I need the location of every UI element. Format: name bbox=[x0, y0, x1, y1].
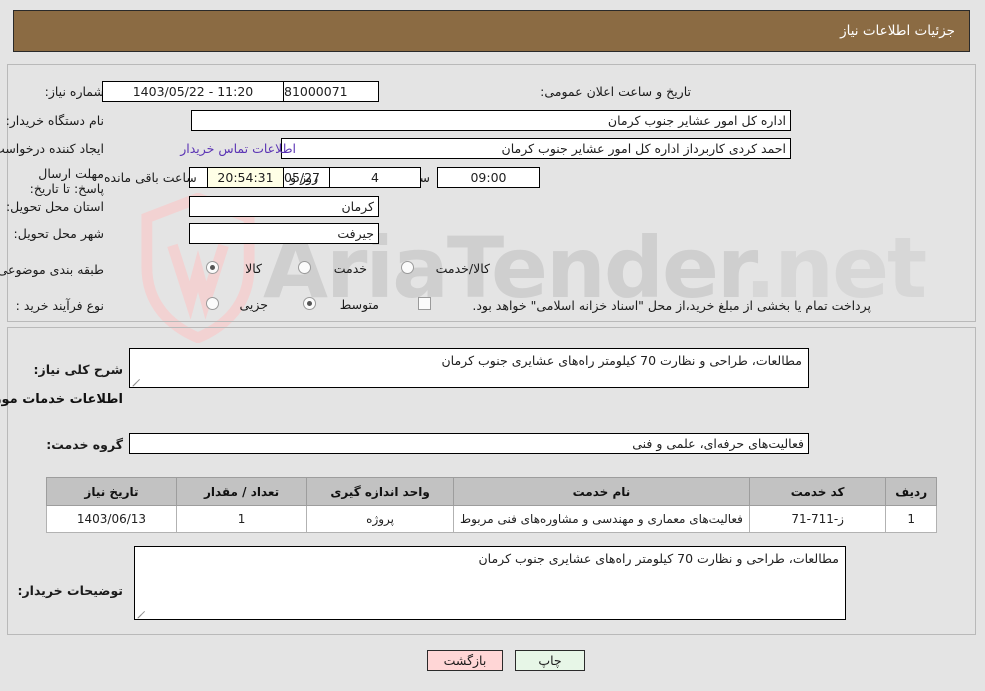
buyer-organisation-value: اداره کل امور عشایر جنوب کرمان bbox=[192, 110, 792, 131]
delivery-city-label: شهر محل تحویل: bbox=[14, 226, 105, 241]
radio-category-kala-khedmat[interactable] bbox=[402, 261, 415, 274]
service-group-label: گروه خدمت: bbox=[47, 437, 124, 452]
radio-process-jozii[interactable] bbox=[207, 297, 220, 310]
remaining-days-value: 4 bbox=[330, 167, 422, 188]
th-unit: واحد اندازه گیری bbox=[307, 477, 455, 506]
radio-process-motavaset-label: متوسط bbox=[340, 297, 380, 312]
remaining-days-unit: روز و bbox=[291, 170, 320, 185]
radio-category-khedmat-label: خدمت bbox=[334, 261, 368, 276]
response-deadline-label: مهلت ارسال پاسخ: تا تاریخ: bbox=[30, 166, 105, 196]
cell-quantity: 1 bbox=[176, 505, 309, 533]
radio-category-kala[interactable] bbox=[207, 261, 220, 274]
page-title: جزئیات اطلاعات نیاز bbox=[841, 23, 956, 39]
cell-unit: پروژه bbox=[307, 505, 455, 533]
back-button[interactable]: بازگشت bbox=[428, 650, 504, 671]
announcement-datetime-label: تاریخ و ساعت اعلان عمومی: bbox=[541, 84, 692, 99]
need-summary-panel bbox=[8, 64, 977, 322]
buyer-notes-label: توضیحات خریدار: bbox=[18, 583, 124, 598]
request-creator-label: ایجاد کننده درخواست: bbox=[0, 141, 105, 156]
radio-category-kala-khedmat-label: کالا/خدمت bbox=[436, 261, 491, 276]
need-description-label: شرح کلی نیاز: bbox=[34, 362, 124, 377]
buyer-notes-value: مطالعات، طراحی و نظارت 70 کیلومتر راه‌ها… bbox=[479, 551, 841, 566]
table-row: 1 ز-711-71 فعالیت‌های معماری و مهندسی و … bbox=[47, 505, 938, 533]
th-code: کد خدمت bbox=[749, 477, 888, 506]
services-section-title: اطلاعات خدمات مورد نیاز bbox=[0, 392, 124, 407]
cell-date: 1403/06/13 bbox=[47, 505, 178, 533]
radio-category-khedmat[interactable] bbox=[299, 261, 312, 274]
service-group-value: فعالیت‌های حرفه‌ای، علمی و فنی bbox=[130, 433, 810, 454]
need-description-value: مطالعات، طراحی و نظارت 70 کیلومتر راه‌ها… bbox=[442, 353, 804, 368]
need-number-label: شماره نیاز: bbox=[45, 84, 105, 99]
radio-process-jozii-label: جزیی bbox=[240, 297, 269, 312]
subject-category-label: طبقه بندی موضوعی: bbox=[0, 262, 105, 277]
delivery-city-value: جیرفت bbox=[190, 223, 380, 244]
cell-code: ز-711-71 bbox=[749, 505, 888, 533]
page-title-bar: جزئیات اطلاعات نیاز bbox=[14, 10, 971, 52]
treasury-bond-checkbox[interactable] bbox=[419, 297, 432, 310]
print-button[interactable]: چاپ bbox=[516, 650, 586, 671]
remaining-time-suffix: ساعت باقی مانده bbox=[105, 170, 198, 185]
request-creator-value: احمد کردی کاربرداز اداره کل امور عشایر ج… bbox=[282, 138, 792, 159]
table-header-row: ردیف کد خدمت نام خدمت واحد اندازه گیری ت… bbox=[47, 477, 938, 506]
need-description-textarea[interactable]: مطالعات، طراحی و نظارت 70 کیلومتر راه‌ها… bbox=[130, 348, 810, 388]
announcement-datetime-value: 11:20 - 1403/05/22 bbox=[103, 81, 285, 102]
treasury-bond-label: پرداخت تمام یا بخشی از مبلغ خرید،از محل … bbox=[473, 298, 872, 313]
buyer-notes-textarea[interactable]: مطالعات، طراحی و نظارت 70 کیلومتر راه‌ها… bbox=[135, 546, 847, 620]
radio-process-motavaset[interactable] bbox=[304, 297, 317, 310]
resize-grip-icon[interactable] bbox=[133, 376, 143, 386]
deadline-hour-value: 09:00 bbox=[438, 167, 541, 188]
th-date: تاریخ نیاز bbox=[47, 477, 178, 506]
delivery-province-value: کرمان bbox=[190, 196, 380, 217]
resize-grip-icon[interactable] bbox=[138, 608, 148, 618]
th-name: نام خدمت bbox=[453, 477, 751, 506]
purchase-process-label: نوع فرآیند خرید : bbox=[16, 298, 105, 313]
cell-row: 1 bbox=[886, 505, 938, 533]
buyer-organisation-label: نام دستگاه خریدار: bbox=[6, 113, 105, 128]
services-table: ردیف کد خدمت نام خدمت واحد اندازه گیری ت… bbox=[47, 477, 938, 533]
cell-name: فعالیت‌های معماری و مهندسی و مشاوره‌های … bbox=[453, 505, 751, 533]
th-quantity: تعداد / مقدار bbox=[176, 477, 309, 506]
buyer-contact-link[interactable]: اطلاعات تماس خریدار bbox=[181, 141, 297, 156]
radio-category-kala-label: کالا bbox=[246, 261, 263, 276]
delivery-province-label: استان محل تحویل: bbox=[6, 199, 105, 214]
remaining-time-value: 20:54:31 bbox=[208, 167, 285, 188]
th-row: ردیف bbox=[886, 477, 938, 506]
